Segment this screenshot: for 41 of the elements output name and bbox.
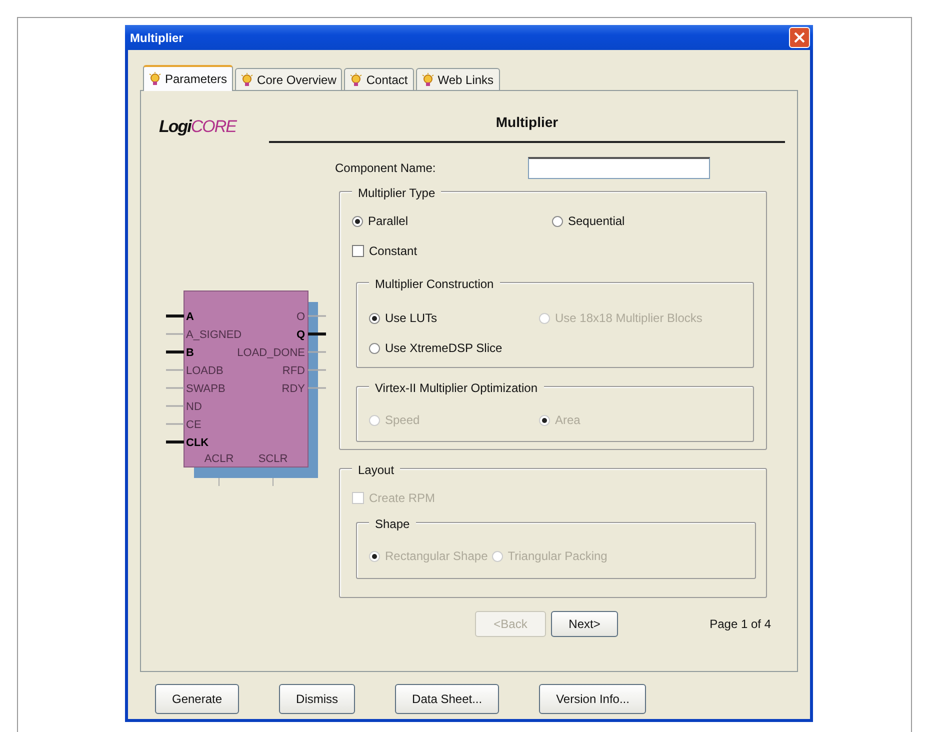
pin-label: A_SIGNED [186, 329, 242, 341]
tab[interactable]: Web Links [416, 68, 500, 90]
radio-button[interactable]: Use XtremeDSP Slice [369, 339, 539, 357]
pin-label: B [186, 347, 194, 359]
close-button[interactable] [789, 27, 810, 48]
pin-label: LOADB [186, 365, 224, 377]
input-field[interactable] [528, 157, 710, 179]
dialog-button[interactable]: Data Sheet... [395, 684, 500, 714]
pin-label: RFD [282, 365, 305, 377]
pin-label: Q [296, 329, 305, 341]
panel-heading: Multiplier [496, 114, 558, 130]
lightbulb-icon [350, 72, 362, 86]
pin-label: ND [186, 401, 202, 413]
radio-button[interactable]: Use LUTs [369, 309, 539, 327]
logo: LogiCORE [159, 116, 238, 138]
pin-label: CLK [186, 437, 209, 449]
pin-label: RDY [282, 383, 305, 395]
close-icon [794, 32, 805, 43]
pin-label: O [296, 311, 305, 323]
pin-label: SWAPB [186, 383, 226, 395]
field-label: Component Name: [335, 160, 436, 177]
tab[interactable]: Contact [344, 68, 414, 90]
pin-label: A [186, 311, 194, 323]
window-title: Multiplier [130, 30, 184, 46]
dialog-button[interactable]: Generate [155, 684, 240, 714]
dialog-button[interactable]: Dismiss [279, 684, 356, 714]
tab[interactable]: Parameters [143, 65, 234, 91]
page-indicator: Page 1 of 4 [710, 616, 771, 633]
radio-button[interactable]: Parallel [352, 212, 552, 230]
next-button[interactable]: Next> [551, 611, 618, 637]
tab[interactable]: Core Overview [235, 68, 342, 90]
lightbulb-icon [149, 72, 161, 86]
pin-label: SCLR [258, 453, 288, 465]
pin-label: ACLR [204, 453, 234, 465]
lightbulb-icon [422, 72, 434, 86]
lightbulb-icon [241, 72, 254, 86]
pin-label: CE [186, 419, 202, 431]
checkbox[interactable]: Constant [352, 242, 418, 260]
radio-button[interactable]: Sequential [552, 212, 754, 230]
dialog-button[interactable]: Version Info... [539, 684, 646, 714]
pin-label: LOAD_DONE [237, 347, 305, 359]
